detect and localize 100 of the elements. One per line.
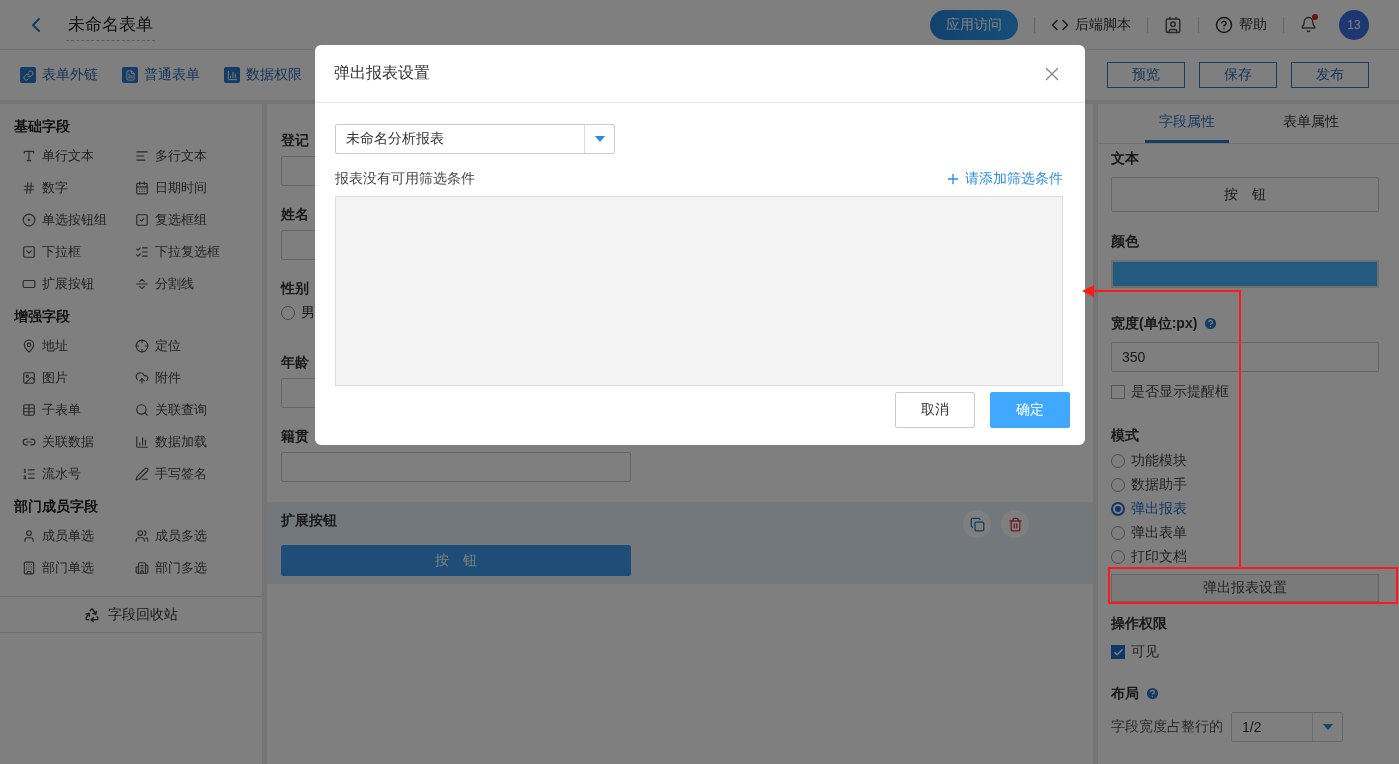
color-swatch[interactable] (1111, 260, 1379, 288)
radio-button[interactable] (1111, 550, 1125, 564)
checkbox[interactable] (1111, 385, 1125, 399)
field-type-item[interactable]: 流水号 (22, 458, 135, 490)
document-icon (122, 67, 138, 83)
checkbox-label: 是否显示提醒框 (1131, 383, 1229, 401)
buildings-icon (135, 561, 149, 575)
checkbox[interactable] (1111, 645, 1125, 659)
field-type-item[interactable]: 单行文本 (22, 140, 135, 172)
help-icon[interactable] (1203, 315, 1219, 331)
table-icon (22, 403, 36, 417)
toolbar-button[interactable]: 预览 (1107, 62, 1185, 88)
script-link[interactable]: 后端脚本 (1051, 15, 1131, 34)
radio-button[interactable] (1111, 502, 1125, 516)
hash-icon (22, 181, 36, 195)
pin-icon (22, 339, 36, 353)
toolbar-button[interactable]: 保存 (1199, 62, 1277, 88)
empty-message: 报表没有可用筛选条件 (335, 170, 475, 188)
dialog-title: 弹出报表设置 (334, 63, 430, 83)
help-icon (1215, 15, 1233, 34)
cancel-button[interactable]: 取消 (895, 392, 975, 428)
toolbar-link[interactable]: 数据权限 (224, 66, 302, 84)
popup-settings-button[interactable]: 弹出报表设置 (1111, 574, 1379, 602)
field-type-item[interactable]: 子表单 (22, 394, 135, 426)
field-type-item[interactable]: 扩展按钮 (22, 268, 135, 300)
radio-button[interactable] (1111, 478, 1125, 492)
input-field[interactable] (281, 452, 631, 482)
help-icon[interactable] (1145, 685, 1160, 701)
field-type-item[interactable]: 成员单选 (22, 520, 135, 552)
help-link[interactable]: 帮助 (1215, 15, 1267, 34)
checklist-icon (135, 245, 149, 259)
field-type-item[interactable]: 图片 (22, 362, 135, 394)
report-select[interactable]: 未命名分析报表 (335, 124, 615, 154)
delete-icon[interactable] (1001, 510, 1029, 538)
radio-label: 数据助手 (1131, 476, 1187, 494)
field-type-item[interactable]: 附件 (135, 362, 248, 394)
field-type-item[interactable]: 复选框组 (135, 204, 248, 236)
field-type-item[interactable]: 下拉框 (22, 236, 135, 268)
plus-icon (945, 171, 961, 187)
field-type-item[interactable]: 关联查询 (135, 394, 248, 426)
field-type-item[interactable]: 多行文本 (135, 140, 248, 172)
paragraph-icon (135, 149, 149, 163)
text-icon (22, 149, 36, 163)
recycle-label: 字段回收站 (108, 605, 178, 624)
field-type-item[interactable]: 单选按钮组 (22, 204, 135, 236)
pill-icon (22, 277, 36, 291)
pen-icon (135, 467, 149, 481)
image-icon (22, 371, 36, 385)
width-ratio-select[interactable]: 1/2 (1231, 712, 1343, 742)
user-avatar[interactable]: 13 (1339, 9, 1369, 40)
recycle-bin-bar[interactable]: 字段回收站 (0, 596, 262, 633)
section-title: 增强字段 (12, 307, 71, 326)
calendar-icon (135, 181, 149, 195)
divider-icon (135, 277, 149, 291)
bell-icon[interactable] (1300, 16, 1317, 33)
property-label: 布局 (1111, 684, 1139, 703)
text-field[interactable]: 按 钮 (1111, 177, 1379, 212)
toolbar-link[interactable]: 表单外链 (20, 66, 98, 84)
add-filter-link[interactable]: 请添加筛选条件 (945, 170, 1063, 188)
field-type-item[interactable]: 数据加载 (135, 426, 248, 458)
field-type-item[interactable]: 数字 (22, 172, 135, 204)
dropdown-icon (22, 245, 36, 259)
crosshair-icon (135, 339, 149, 353)
recycle-icon (84, 606, 100, 623)
users-icon (135, 529, 149, 543)
radio-button[interactable] (1111, 454, 1125, 468)
field-type-item[interactable]: 地址 (22, 330, 135, 362)
property-tab[interactable]: 表单属性 (1268, 104, 1353, 143)
toolbar-link[interactable]: 普通表单 (122, 66, 200, 84)
radio-label: 打印文档 (1131, 548, 1187, 566)
field-type-item[interactable]: 部门多选 (135, 552, 248, 584)
field-type-item[interactable]: 下拉复选框 (135, 236, 248, 268)
numbered-list-icon (22, 467, 36, 481)
field-type-item[interactable]: 定位 (135, 330, 248, 362)
field-type-item[interactable]: 部门单选 (22, 552, 135, 584)
property-label: 颜色 (1111, 232, 1139, 251)
field-label: 姓名 (281, 205, 309, 224)
radio-button[interactable] (281, 306, 295, 320)
copy-icon[interactable] (963, 510, 991, 538)
field-label: 性别 (281, 279, 309, 298)
field-type-item[interactable]: 成员多选 (135, 520, 248, 552)
property-tab[interactable]: 字段属性 (1144, 104, 1229, 143)
confirm-button[interactable]: 确定 (990, 392, 1070, 428)
form-title[interactable]: 未命名表单 (66, 8, 155, 41)
selected-field-panel[interactable]: 扩展按钮 按 钮 (267, 502, 1093, 584)
field-type-item[interactable]: 关联数据 (22, 426, 135, 458)
extended-button[interactable]: 按 钮 (281, 545, 631, 576)
field-type-item[interactable]: 分割线 (135, 268, 248, 300)
radio-label: 弹出报表 (1131, 500, 1187, 518)
toolbar-button[interactable]: 发布 (1291, 62, 1369, 88)
visit-button[interactable]: 应用访问 (930, 9, 1018, 40)
radio-label: 弹出表单 (1131, 524, 1187, 542)
field-type-item[interactable]: 日期时间 (135, 172, 248, 204)
width-field[interactable]: 350 (1111, 342, 1379, 372)
radio-label: 功能模块 (1131, 452, 1187, 470)
search-icon (135, 403, 149, 417)
radio-button[interactable] (1111, 526, 1125, 540)
user-icon (22, 529, 36, 543)
field-type-item[interactable]: 手写签名 (135, 458, 248, 490)
contact-icon[interactable] (1164, 15, 1182, 34)
